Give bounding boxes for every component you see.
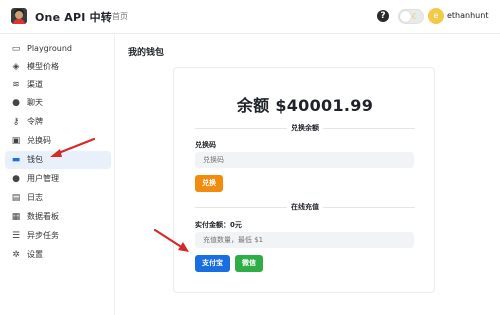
topup-section-title: 在线充值: [287, 203, 323, 211]
sidebar-item-label: 令牌: [27, 117, 43, 126]
chat-bubble-icon: ●: [12, 98, 20, 108]
sidebar-item-label: Playground: [27, 44, 72, 53]
annotation-arrow-alipay: [153, 228, 189, 252]
user-icon: ●: [12, 174, 20, 184]
log-icon: ▤: [11, 193, 21, 203]
sidebar-item-label: 设置: [27, 250, 43, 259]
sidebar: ▭ Playground ◈ 模型价格 ≋ 渠道 ● 聊天 ⚷ 令牌 ▣ 兑换码…: [0, 35, 115, 315]
sidebar-item-label: 用户管理: [27, 174, 59, 183]
alipay-button[interactable]: 支付宝: [195, 255, 230, 272]
dashboard-icon: ▦: [11, 212, 21, 222]
gift-icon: ▣: [11, 136, 21, 146]
sidebar-item-playground[interactable]: ▭ Playground: [5, 40, 111, 58]
sidebar-item-channels[interactable]: ≋ 渠道: [5, 76, 111, 94]
chat-box-icon: ▭: [11, 44, 21, 54]
price-tag-icon: ◈: [12, 62, 20, 72]
help-icon[interactable]: ?: [377, 10, 389, 22]
topup-amount-input[interactable]: [195, 232, 414, 248]
wallet-icon: ▬: [11, 155, 21, 165]
redeem-section-title: 兑换余额: [287, 124, 323, 132]
task-icon: ☰: [11, 231, 21, 241]
sidebar-item-model-pricing[interactable]: ◈ 模型价格: [5, 58, 111, 76]
theme-toggle[interactable]: ☾: [398, 9, 424, 24]
home-link[interactable]: 首页: [112, 11, 128, 22]
sidebar-item-chat[interactable]: ● 聊天: [5, 94, 111, 112]
sidebar-item-label: 日志: [27, 193, 43, 202]
key-icon: ⚷: [12, 117, 20, 127]
annotation-arrow-wallet: [50, 137, 96, 157]
sidebar-item-async-tasks[interactable]: ☰ 异步任务: [5, 227, 111, 245]
username[interactable]: ethanhunt: [447, 11, 488, 20]
wallet-card: 余额 $40001.99 兑换余额 兑换码 兑换 在线充值 实付金额：0元 支付…: [173, 67, 435, 293]
sidebar-item-label: 异步任务: [27, 231, 59, 240]
redeem-code-label: 兑换码: [195, 141, 216, 149]
user-avatar[interactable]: e: [428, 8, 444, 24]
sidebar-item-label: 聊天: [27, 98, 43, 107]
paid-amount-label: 实付金额：0元: [195, 221, 242, 229]
redeem-button[interactable]: 兑换: [195, 175, 223, 192]
sidebar-item-label: 渠道: [27, 80, 43, 89]
layers-icon: ≋: [12, 80, 20, 90]
sidebar-item-dashboard[interactable]: ▦ 数据看板: [5, 208, 111, 226]
toggle-knob: [400, 11, 411, 22]
page-title: 我的钱包: [128, 48, 165, 58]
sidebar-item-label: 钱包: [27, 155, 43, 164]
redeem-code-input[interactable]: [195, 152, 414, 168]
top-bar: One API 中转 首页 ? ☾ e ethanhunt: [0, 0, 500, 34]
sidebar-item-logs[interactable]: ▤ 日志: [5, 189, 111, 207]
topup-section-divider: 在线充值: [195, 202, 415, 212]
gear-icon: ✲: [12, 250, 20, 260]
sidebar-item-tokens[interactable]: ⚷ 令牌: [5, 113, 111, 131]
balance-amount: 余额 $40001.99: [236, 96, 374, 115]
moon-icon: ☾: [411, 12, 419, 21]
brand-title[interactable]: One API 中转: [35, 9, 112, 25]
sidebar-item-settings[interactable]: ✲ 设置: [5, 246, 111, 264]
sidebar-item-label: 模型价格: [27, 62, 59, 71]
redeem-section-divider: 兑换余额: [195, 123, 415, 133]
logo-avatar-icon[interactable]: [11, 8, 27, 24]
sidebar-item-label: 数据看板: [27, 212, 59, 221]
wechat-pay-button[interactable]: 微信: [235, 255, 263, 272]
sidebar-item-user-management[interactable]: ● 用户管理: [5, 170, 111, 188]
